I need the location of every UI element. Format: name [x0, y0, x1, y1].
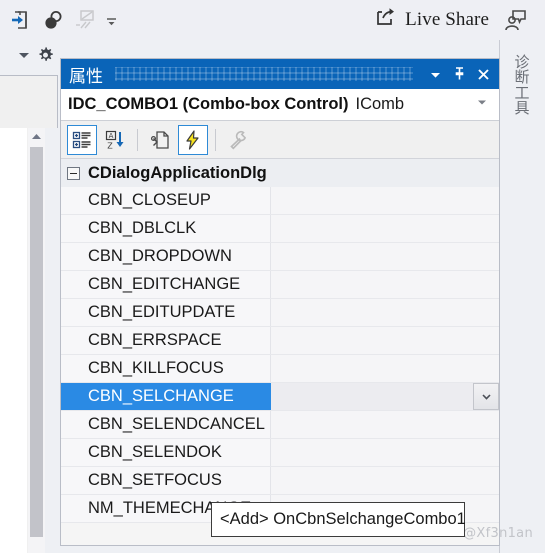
left-panel-gap	[45, 128, 58, 553]
table-row[interactable]: CBN_KILLFOCUS	[61, 355, 499, 383]
category-label: CDialogApplicationDlg	[88, 163, 267, 182]
table-row[interactable]: CBN_ERRSPACE	[61, 327, 499, 355]
value-dropdown-popup[interactable]: <Add> OnCbnSelchangeCombo1	[211, 502, 466, 537]
overflow-chevron-icon[interactable]	[102, 6, 120, 34]
app-root: Live Share 诊 断 工 具 属性 IDC_COMBO1 (Combo-…	[0, 0, 545, 553]
diag-char-3: 具	[514, 98, 530, 117]
table-row[interactable]: CBN_EDITUPDATE	[61, 299, 499, 327]
svg-text:A: A	[109, 132, 114, 140]
property-name: CBN_SETFOCUS	[61, 467, 271, 494]
object-selector-row[interactable]: IDC_COMBO1 (Combo-box Control) IComb	[61, 89, 499, 121]
step-into-icon[interactable]	[6, 5, 36, 35]
properties-grid: CDialogApplicationDlg CBN_CLOSEUP CBN_DB…	[61, 159, 499, 545]
diagnostic-tools-tab[interactable]: 诊 断 工 具	[509, 54, 535, 117]
property-pages-button	[223, 125, 253, 155]
pin-icon[interactable]	[447, 62, 471, 86]
table-row[interactable]: CBN_EDITCHANGE	[61, 271, 499, 299]
share-arrow-icon	[371, 5, 397, 36]
properties-toolbar: A Z	[61, 121, 499, 159]
title-grip	[115, 67, 413, 81]
property-value[interactable]	[271, 411, 499, 438]
right-background	[500, 40, 545, 553]
property-value[interactable]	[271, 355, 499, 382]
property-value[interactable]	[271, 187, 499, 214]
property-value[interactable]	[271, 215, 499, 242]
property-value[interactable]	[271, 327, 499, 354]
toolbar-separator-2	[215, 128, 216, 151]
property-value[interactable]	[271, 439, 499, 466]
left-panel-header	[0, 40, 60, 75]
categorized-view-button[interactable]	[67, 124, 97, 155]
property-value[interactable]	[271, 467, 499, 494]
object-type: IComb	[355, 95, 405, 113]
debug-toolbar-icons	[0, 5, 120, 35]
properties-window: 属性 IDC_COMBO1 (Combo-box Control) IComb	[60, 58, 500, 546]
chevron-down-icon[interactable]	[16, 47, 32, 68]
breakpoint-icon[interactable]	[38, 5, 68, 35]
person-feedback-icon[interactable]	[495, 0, 535, 40]
object-chevron-down-icon[interactable]	[475, 95, 495, 114]
value-chevron-down-icon[interactable]	[473, 383, 499, 410]
table-row[interactable]: CBN_DBLCLK	[61, 215, 499, 243]
property-value[interactable]	[271, 243, 499, 270]
property-value[interactable]	[271, 383, 499, 410]
properties-title-bar[interactable]: 属性	[61, 59, 499, 89]
compare-disabled-icon	[70, 5, 100, 35]
properties-page-button[interactable]	[145, 125, 175, 155]
page-title: 属性	[69, 66, 103, 87]
live-share-label: Live Share	[405, 9, 489, 30]
table-row[interactable]: CBN_SETFOCUS	[61, 467, 499, 495]
scroll-up-arrow-icon[interactable]	[28, 128, 45, 145]
collapse-icon[interactable]	[67, 166, 80, 180]
table-row[interactable]: CBN_SELENDCANCEL	[61, 411, 499, 439]
property-name: CBN_ERRSPACE	[61, 327, 271, 354]
window-chevron-down-icon[interactable]	[423, 62, 447, 86]
property-value[interactable]	[271, 271, 499, 298]
property-name: CBN_KILLFOCUS	[61, 355, 271, 382]
close-icon[interactable]	[471, 62, 495, 86]
gear-icon[interactable]	[36, 46, 55, 70]
category-row[interactable]: CDialogApplicationDlg	[61, 159, 499, 187]
dropdown-option[interactable]: <Add> OnCbnSelchangeCombo1	[220, 510, 466, 529]
toolbar-separator-1	[137, 128, 138, 151]
property-name: CBN_SELCHANGE	[61, 383, 271, 410]
property-name: CBN_DROPDOWN	[61, 243, 271, 270]
left-editor-surface	[0, 128, 27, 553]
top-toolbar: Live Share	[0, 0, 545, 40]
property-name: CBN_EDITCHANGE	[61, 271, 271, 298]
events-button[interactable]	[178, 124, 208, 155]
table-row[interactable]: CBN_CLOSEUP	[61, 187, 499, 215]
object-name: IDC_COMBO1 (Combo-box Control)	[68, 95, 349, 113]
svg-text:Z: Z	[107, 141, 113, 150]
property-name: CBN_EDITUPDATE	[61, 299, 271, 326]
table-row[interactable]: CBN_SELENDOK	[61, 439, 499, 467]
table-row[interactable]: CBN_DROPDOWN	[61, 243, 499, 271]
property-name: CBN_SELENDOK	[61, 439, 271, 466]
property-name: CBN_SELENDCANCEL	[61, 411, 271, 438]
property-value[interactable]	[271, 299, 499, 326]
live-share-button[interactable]: Live Share	[371, 0, 489, 40]
left-editor-scrollbar[interactable]	[28, 128, 45, 553]
scrollbar-thumb[interactable]	[30, 147, 43, 537]
alphabetical-sort-button[interactable]: A Z	[100, 125, 130, 155]
property-name: CBN_CLOSEUP	[61, 187, 271, 214]
property-name: CBN_DBLCLK	[61, 215, 271, 242]
table-row-selected[interactable]: CBN_SELCHANGE	[61, 383, 499, 411]
